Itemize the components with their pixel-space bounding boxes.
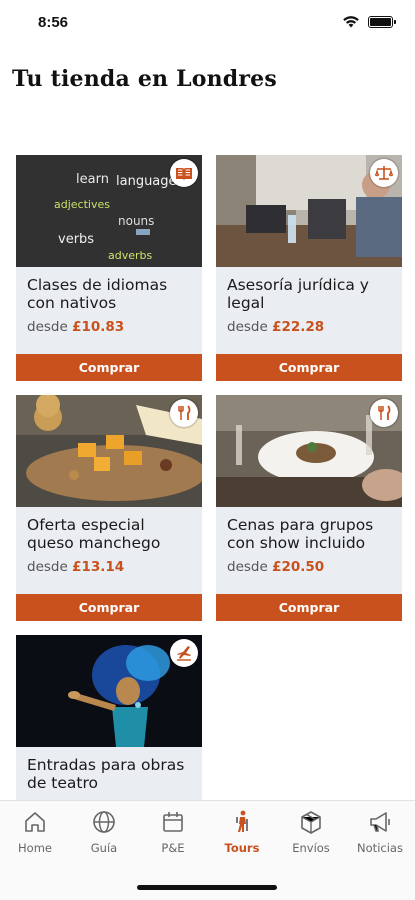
price-amount: £22.28 [272,319,325,335]
product-image[interactable] [216,395,402,507]
buy-button[interactable]: Comprar [216,354,402,381]
tab-guia[interactable]: Guía [69,809,139,855]
product-title: Oferta especial queso manchego [27,516,161,552]
buy-button[interactable]: Comprar [216,594,402,621]
utensils-icon [170,399,198,427]
price-prefix: desde [27,559,68,575]
home-indicator [137,885,277,890]
svg-text:language: language [116,174,177,189]
plane-icon [170,639,198,667]
book-icon [170,159,198,187]
globe-icon [93,811,115,833]
tab-noticias[interactable]: Noticias [345,809,415,855]
buy-button[interactable]: Comprar [16,594,202,621]
tab-label: P&E [161,841,185,855]
tab-tours[interactable]: Tours [207,809,277,855]
tab-label: Home [18,841,52,855]
card-body: Asesoría jurídica y legal desde £22.28 [216,267,402,354]
card-body: Entradas para obras de teatro [16,747,202,800]
price-amount: £10.83 [72,319,125,335]
tab-label: Tours [224,841,260,855]
svg-text:adjectives: adjectives [54,198,110,211]
tab-label: Envíos [292,841,330,855]
product-title: Asesoría jurídica y legal [227,276,369,312]
tab-pe[interactable]: P&E [138,809,208,855]
product-price: desde £20.50 [227,559,391,575]
card-body: Cenas para grupos con show incluido desd… [216,507,402,594]
card-body: Clases de idiomas con nativos desde £10.… [16,267,202,354]
price-amount: £20.50 [272,559,325,575]
tab-label: Noticias [357,841,403,855]
product-image[interactable]: learn language adjectives nouns verbs ad… [16,155,202,267]
product-price: desde £10.83 [27,319,191,335]
svg-text:learn: learn [76,172,109,187]
product-card[interactable]: Cenas para grupos con show incluido desd… [216,395,402,621]
card-body: Oferta especial queso manchego desde £13… [16,507,202,594]
price-prefix: desde [227,319,268,335]
scales-icon [370,159,398,187]
product-title: Entradas para obras de teatro [27,756,185,792]
walking-person-icon [236,810,248,832]
product-image[interactable] [216,155,402,267]
price-amount: £13.14 [72,559,125,575]
product-title: Cenas para grupos con show incluido [227,516,374,552]
tab-label: Guía [90,841,118,855]
buy-button[interactable]: Comprar [16,354,202,381]
product-image[interactable] [16,635,202,747]
product-title: Clases de idiomas con nativos [27,276,168,312]
price-prefix: desde [27,319,68,335]
svg-text:verbs: verbs [58,232,94,247]
product-grid: learn language adjectives nouns verbs ad… [0,0,415,800]
svg-text:nouns: nouns [118,214,154,228]
product-price: desde £22.28 [227,319,391,335]
home-icon [25,812,45,832]
tab-home[interactable]: Home [0,809,70,855]
product-card[interactable]: Entradas para obras de teatro [16,635,202,800]
utensils-icon [370,399,398,427]
price-prefix: desde [227,559,268,575]
svg-text:adverbs: adverbs [108,249,153,262]
product-image[interactable] [16,395,202,507]
product-card[interactable]: Oferta especial queso manchego desde £13… [16,395,202,621]
box-icon [301,811,321,834]
tab-envios[interactable]: Envíos [276,809,346,855]
product-price: desde £13.14 [27,559,191,575]
megaphone-icon [370,812,390,832]
calendar-icon [163,812,183,832]
product-card[interactable]: learn language adjectives nouns verbs ad… [16,155,202,381]
product-card[interactable]: Asesoría jurídica y legal desde £22.28 C… [216,155,402,381]
